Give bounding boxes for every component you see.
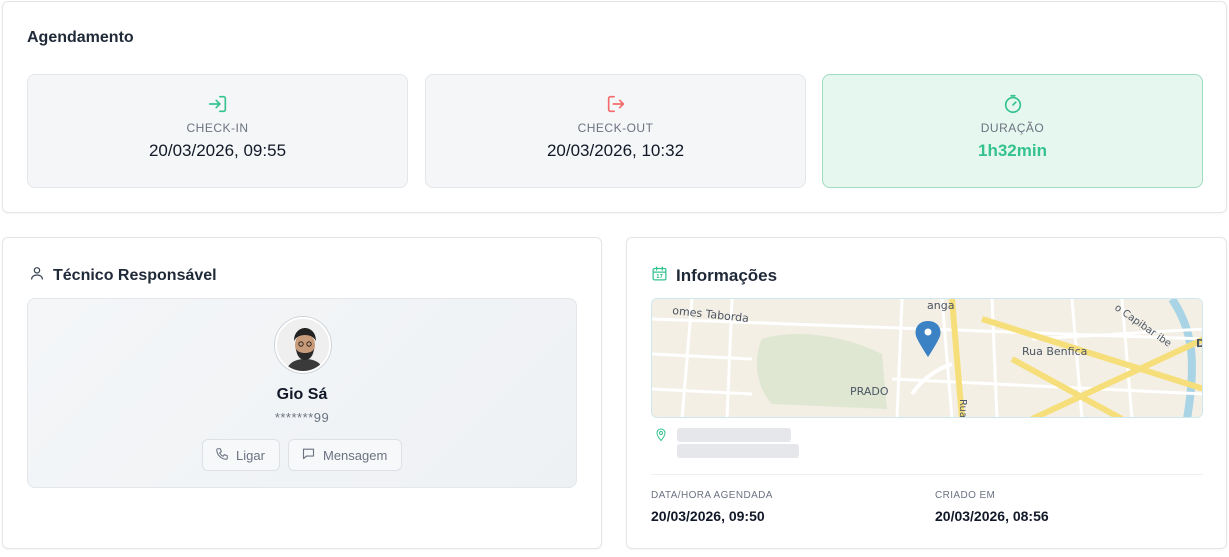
message-icon — [301, 446, 316, 464]
checkin-value: 20/03/2026, 09:55 — [148, 141, 287, 160]
svg-text:anga: anga — [927, 299, 954, 312]
tecnico-profile: Gio Sá *******99 Ligar Mensagem — [27, 298, 577, 488]
call-button[interactable]: Ligar — [202, 439, 280, 471]
duracao-label: DURAÇÃO — [980, 121, 1045, 135]
user-icon — [29, 265, 45, 286]
location-map[interactable]: omes Taborda Rua Benfica PRADO anga Rua … — [651, 298, 1203, 418]
agendamento-title: Agendamento — [27, 29, 134, 46]
svg-text:Rua Benfica: Rua Benfica — [1022, 345, 1087, 358]
svg-text:Rua: Rua — [957, 399, 968, 418]
checkout-stat: CHECK-OUT 20/03/2026, 10:32 — [425, 74, 806, 188]
tecnico-name: Gio Sá — [276, 386, 328, 403]
duracao-stat: DURAÇÃO 1h32min — [822, 74, 1203, 188]
message-button-label: Mensagem — [323, 447, 388, 463]
duracao-value: 1h32min — [978, 141, 1047, 160]
info-title: Informações — [676, 266, 778, 285]
info-card: 17 Informações omes Taborda Rua Benfica … — [626, 237, 1227, 549]
phone-icon — [215, 447, 229, 464]
checkout-value: 20/03/2026, 10:32 — [546, 141, 685, 160]
created-value: 20/03/2026, 08:56 — [935, 508, 1049, 524]
location-icon — [655, 428, 667, 447]
checkin-stat: CHECK-IN 20/03/2026, 09:55 — [27, 74, 408, 188]
tecnico-title: Técnico Responsável — [53, 266, 217, 284]
message-button[interactable]: Mensagem — [288, 439, 402, 471]
svg-text:PRADO: PRADO — [850, 385, 889, 398]
call-button-label: Ligar — [236, 447, 265, 463]
agendamento-card: Agendamento CHECK-IN 20/03/2026, 09:55 C… — [2, 1, 1227, 213]
created-label: CRIADO EM — [935, 490, 996, 501]
scheduled-label: DATA/HORA AGENDADA — [651, 490, 773, 501]
tecnico-header: Técnico Responsável — [29, 265, 217, 286]
timer-icon — [1002, 93, 1024, 115]
avatar — [275, 317, 331, 373]
login-icon — [207, 93, 229, 115]
checkin-label: CHECK-IN — [186, 121, 249, 135]
info-header: 17 Informações — [651, 265, 777, 287]
svg-text:17: 17 — [656, 274, 663, 280]
address-line-1 — [677, 428, 791, 442]
checkout-label: CHECK-OUT — [577, 121, 654, 135]
calendar-icon: 17 — [651, 265, 668, 287]
scheduled-value: 20/03/2026, 09:50 — [651, 508, 765, 524]
address-line-2 — [677, 444, 799, 458]
tecnico-phone: *******99 — [274, 410, 330, 425]
divider — [651, 474, 1203, 475]
svg-text:D: D — [1196, 337, 1203, 350]
logout-icon — [605, 93, 627, 115]
tecnico-card: Técnico Responsável Gio Sá *******99 Lig… — [2, 237, 602, 549]
